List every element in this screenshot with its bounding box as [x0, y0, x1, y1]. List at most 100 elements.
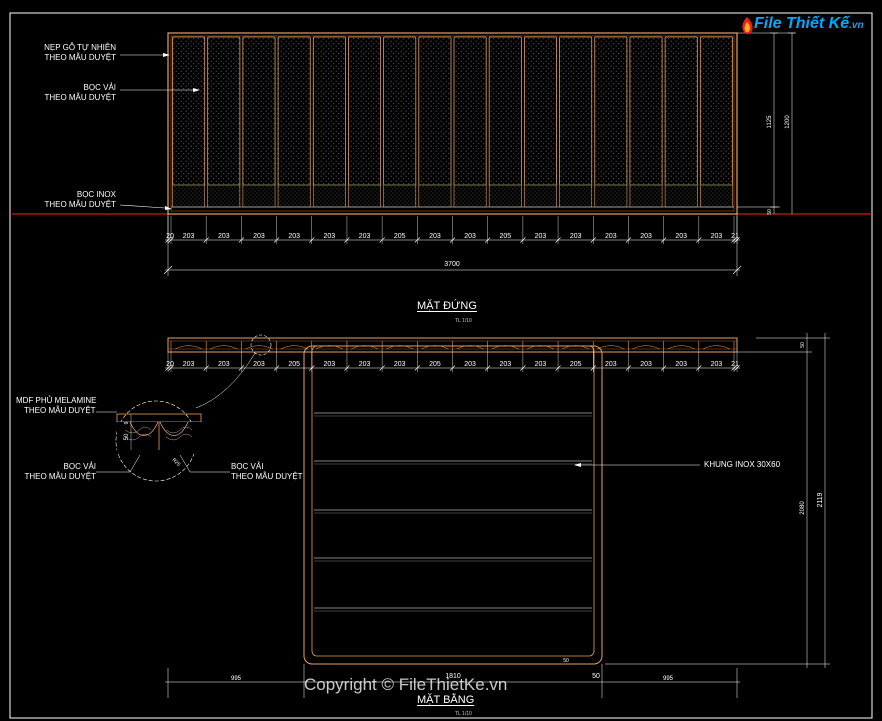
label-inox: BỌC INOX THEO MẪU DUYỆT — [20, 190, 116, 210]
inox-base-panel — [629, 184, 663, 208]
fabric-panel — [348, 36, 382, 186]
elev-side-dim-base: 50 — [767, 209, 773, 215]
plan-dim-label: 203 — [183, 361, 195, 368]
label-wood-strip-line2: THEO MẪU DUYỆT — [44, 53, 116, 62]
plan-dim-label: 203 — [711, 361, 723, 368]
elev-dim-label: 203 — [535, 233, 547, 240]
plan-dim-label: 20 — [166, 361, 174, 368]
label-fabric-left-line2: THEO MẪU DUYỆT — [24, 472, 96, 481]
label-fabric-right: BỌC VẢI THEO MẪU DUYỆT — [231, 462, 303, 482]
elev-dim-label: 21 — [731, 233, 739, 240]
site-logo[interactable]: File Thiết Kế.vn — [740, 12, 865, 42]
elev-dim-label: 203 — [218, 233, 230, 240]
label-fabric-line2: THEO MẪU DUYỆT — [44, 93, 116, 102]
label-inox-frame: KHUNG INOX 30X60 — [704, 460, 781, 469]
inox-base-panel — [242, 184, 276, 208]
detail-dim-a: 9 — [124, 421, 130, 424]
plan-dim-label: 205 — [429, 361, 441, 368]
strip-curve — [597, 345, 625, 350]
logo-mark-icon — [742, 17, 753, 35]
plan-dim-label: 203 — [499, 361, 511, 368]
fabric-panel — [699, 36, 733, 186]
cad-drawing: 1125 1200 50 20 203 203 203 203 203 203 205 203 2… — [9, 12, 873, 719]
plan-side-dim-top: 50 — [800, 342, 806, 348]
inox-frame-inner — [311, 345, 595, 657]
plan-side-dim-inner: 2080 — [800, 501, 806, 515]
label-fabric-right-line2: THEO MẪU DUYỆT — [231, 472, 303, 481]
watermark: Copyright © FileThietKe.vn — [304, 675, 508, 694]
elev-dim-label: 205 — [394, 233, 406, 240]
label-inox-line1: BỌC INOX — [76, 190, 116, 199]
plan-bottom-dim-right-a: 50 — [592, 673, 600, 680]
elev-total-width: 3700 — [444, 261, 460, 268]
inox-base-panel — [559, 184, 593, 208]
elevation-view: 1125 1200 50 20 203 203 203 203 203 203 205 203 2… — [12, 32, 872, 276]
elev-dim-label: 203 — [429, 233, 441, 240]
elevation-scale: TL 1/10 — [455, 318, 472, 324]
plan-dim-label: 203 — [218, 361, 230, 368]
detail-dim-c: R25 — [171, 457, 182, 468]
label-mdf: MDF PHỦ MELAMINE THEO MẪU DUYỆT — [16, 396, 96, 416]
elev-side-dim-total: 1200 — [785, 115, 791, 129]
elev-dim-label: 203 — [359, 233, 371, 240]
inox-base-panel — [453, 184, 487, 208]
elev-dim-label: 20 — [166, 233, 174, 240]
plan-dim-label: 203 — [394, 361, 406, 368]
elev-dim-label: 203 — [605, 233, 617, 240]
label-mdf-line2: THEO MẪU DUYỆT — [24, 406, 96, 415]
fabric-panel — [523, 36, 557, 186]
elev-dim-label: 203 — [253, 233, 265, 240]
label-fabric-left: BỌC VẢI THEO MẪU DUYỆT — [10, 462, 96, 482]
plan-title: MẶT BẰNG — [417, 694, 475, 706]
label-fabric-left-line1: BỌC VẢI — [63, 462, 96, 471]
strip-curve — [702, 345, 731, 350]
plan-dim-label: 203 — [324, 361, 336, 368]
inox-base-panel — [277, 184, 311, 208]
label-wood-strip: NẸP GỖ TỰ NHIÊN THEO MẪU DUYỆT — [20, 43, 116, 63]
inox-base-panel — [207, 184, 241, 208]
plan-bottom-dim-left: 995 — [231, 676, 242, 682]
plan-bottom-dim-right: 995 — [663, 676, 674, 682]
fabric-panel — [453, 36, 487, 186]
fabric-panel — [383, 36, 417, 186]
inox-base-panel — [172, 184, 205, 208]
plan-dim-label: 203 — [359, 361, 371, 368]
fabric-panel — [594, 36, 628, 186]
label-fabric-right-line1: BỌC VẢI — [231, 462, 264, 471]
label-mdf-line1: MDF PHỦ MELAMINE — [16, 396, 97, 405]
label-fabric: BỌC VẢI THEO MẪU DUYỆT — [20, 83, 116, 103]
strip-curve — [280, 345, 308, 350]
fabric-panel — [418, 36, 452, 186]
inox-base-panel — [383, 184, 417, 208]
elev-side-dim-upper: 1125 — [767, 115, 773, 129]
elevation-title: MẶT ĐỨNG — [417, 300, 477, 312]
plan-side-dim-total: 2119 — [817, 492, 824, 507]
plan-dim-label: 21 — [731, 361, 739, 368]
inox-base-panel — [312, 184, 346, 208]
strip-curve — [210, 345, 238, 350]
fabric-panel — [312, 36, 346, 186]
logo-text: File Thiết Kế — [754, 15, 850, 32]
strip-curve — [174, 345, 203, 350]
fabric-panel — [664, 36, 698, 186]
elev-dim-label: 203 — [675, 233, 687, 240]
plan-dim-label: 203 — [464, 361, 476, 368]
fabric-panel — [488, 36, 522, 186]
inox-base-panel — [594, 184, 628, 208]
plan-dim-label: 203 — [640, 361, 652, 368]
plan-dim-label: 205 — [570, 361, 582, 368]
logo-suffix: .vn — [849, 20, 864, 31]
elev-dim-label: 203 — [640, 233, 652, 240]
inox-base-panel — [488, 184, 522, 208]
detail-dim-b: 50 — [124, 433, 130, 440]
fabric-panel — [207, 36, 241, 186]
inox-base-panel — [700, 184, 733, 208]
inox-base-panel — [664, 184, 698, 208]
elev-dim-label: 203 — [711, 233, 723, 240]
plan-view: 20 203 203 203 205 203 203 203 205 203 203 203 205 20… — [96, 333, 830, 698]
plan-dim-label: 203 — [535, 361, 547, 368]
inox-base-panel — [348, 184, 381, 208]
fabric-panel — [277, 36, 311, 186]
fabric-panel — [629, 36, 663, 186]
strip-curve — [245, 345, 273, 350]
